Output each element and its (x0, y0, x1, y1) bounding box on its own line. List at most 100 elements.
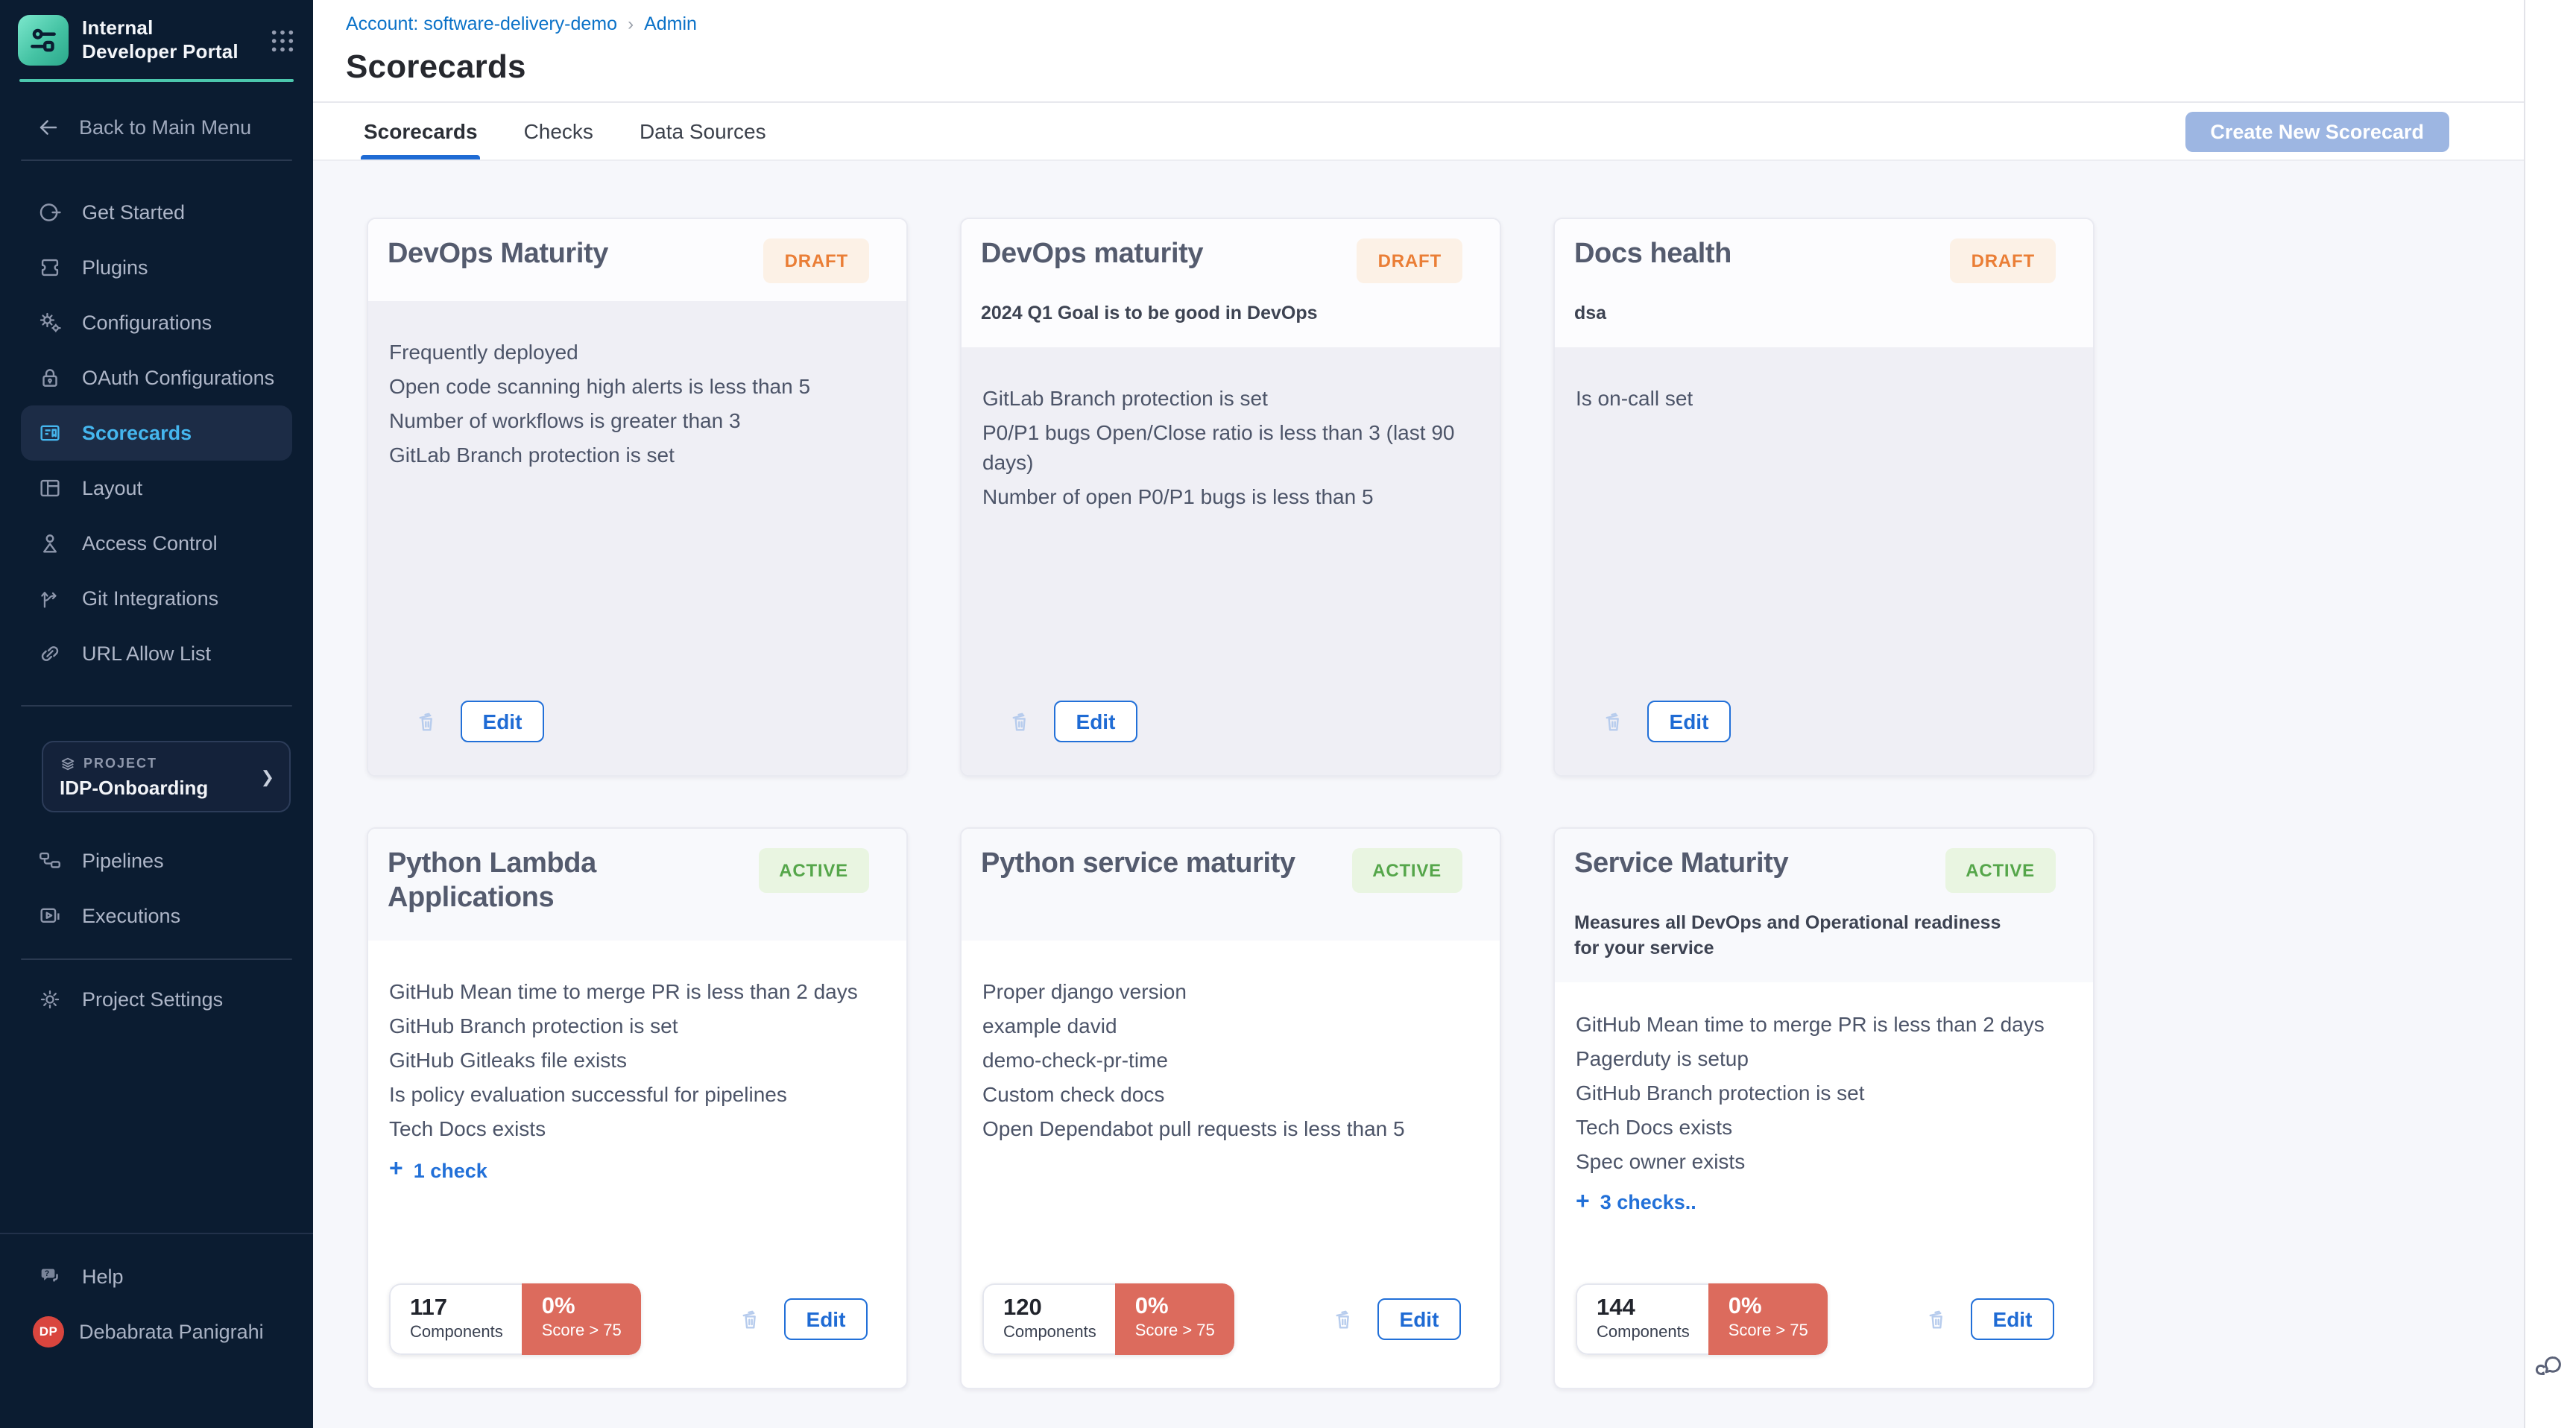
scorecard-card-devops-maturity: DevOps Maturity DRAFT Frequently deploye… (367, 218, 908, 777)
delete-scorecard-button[interactable] (1925, 1306, 1950, 1333)
sidebar-item-label: OAuth Configurations (82, 367, 274, 389)
chevron-right-icon: ❯ (261, 767, 274, 786)
scorecard-card-docs-health: Docs health DRAFT dsa Is on-call set Edi… (1553, 218, 2094, 777)
plugin-icon (36, 255, 63, 280)
breadcrumb-account-link[interactable]: Account: software-delivery-demo (346, 13, 617, 34)
sidebar-divider (21, 958, 292, 960)
support-chat-icon[interactable] (2534, 1352, 2566, 1382)
edit-scorecard-button[interactable]: Edit (784, 1298, 868, 1340)
breadcrumb: Account: software-delivery-demo › Admin (346, 13, 2576, 34)
accent-divider (19, 79, 294, 82)
card-title: Python service maturity (981, 848, 1295, 882)
sidebar-item-git-integrations[interactable]: Git Integrations (0, 571, 292, 626)
tab-checks[interactable]: Checks (521, 103, 596, 159)
sidebar-item-get-started[interactable]: Get Started (0, 185, 292, 240)
tab-data-sources[interactable]: Data Sources (637, 103, 769, 159)
trash-icon (414, 708, 440, 735)
arrow-left-icon (36, 114, 61, 139)
tab-scorecards[interactable]: Scorecards (361, 103, 481, 159)
gears-icon (36, 310, 63, 335)
sidebar-item-label: Get Started (82, 201, 185, 224)
edit-scorecard-button[interactable]: Edit (1971, 1298, 2054, 1340)
executions-icon (36, 903, 63, 929)
chevron-right-icon: › (628, 13, 634, 34)
trash-icon (1331, 1306, 1357, 1333)
sidebar-item-label: Plugins (82, 256, 148, 279)
create-new-scorecard-button[interactable]: Create New Scorecard (2185, 111, 2449, 151)
help-label: Help (82, 1265, 124, 1287)
check-item: GitLab Branch protection is set (389, 440, 874, 470)
sidebar-item-layout[interactable]: Layout (0, 461, 292, 516)
delete-scorecard-button[interactable] (1331, 1306, 1357, 1333)
delete-scorecard-button[interactable] (414, 708, 440, 735)
sidebar-item-label: Pipelines (82, 850, 164, 872)
trash-icon (1925, 1306, 1950, 1333)
score-badge: 0% Score > 75 (1709, 1283, 1828, 1355)
status-badge: DRAFT (1357, 238, 1462, 283)
scorecard-card-service-maturity: Service Maturity ACTIVE Measures all Dev… (1553, 827, 2094, 1389)
edit-scorecard-button[interactable]: Edit (1647, 701, 1731, 742)
sidebar-item-scorecards[interactable]: Scorecards (21, 405, 292, 461)
edit-scorecard-button[interactable]: Edit (461, 701, 544, 742)
sidebar-item-configurations[interactable]: Configurations (0, 295, 292, 350)
help-button[interactable]: ? Help (0, 1252, 292, 1300)
delete-scorecard-button[interactable] (1601, 708, 1626, 735)
page-header: Account: software-delivery-demo › Admin … (313, 0, 2576, 103)
card-title: DevOps maturity (981, 238, 1203, 273)
project-selector[interactable]: PROJECT IDP-Onboarding ❯ (42, 741, 291, 812)
sidebar-item-label: Layout (82, 477, 142, 499)
components-count: 117 (410, 1294, 503, 1322)
app-root: Internal Developer Portal Back to Main M… (0, 0, 2576, 1428)
trash-icon (738, 1306, 763, 1333)
check-item: example david (982, 1011, 1467, 1040)
score-badge: 0% Score > 75 (523, 1283, 641, 1355)
check-item: Open Dependabot pull requests is less th… (982, 1113, 1467, 1143)
sidebar-item-url-allow-list[interactable]: URL Allow List (0, 626, 292, 681)
sidebar-item-label: Access Control (82, 532, 218, 555)
sidebar-item-oauth-configurations[interactable]: OAuth Configurations (0, 350, 292, 405)
sidebar-item-project-settings[interactable]: Project Settings (0, 972, 292, 1027)
settings-nav-group: Project Settings (0, 972, 313, 1027)
right-gutter (2524, 0, 2576, 1428)
check-item: Is policy evaluation successful for pipe… (389, 1079, 874, 1109)
scorecard-card-python-lambda-applications: Python Lambda Applications ACTIVE GitHub… (367, 827, 908, 1389)
more-checks-link[interactable]: + 1 check (389, 1158, 874, 1182)
sidebar-item-access-control[interactable]: Access Control (0, 516, 292, 571)
check-item: Open code scanning high alerts is less t… (389, 371, 874, 401)
card-description: 2024 Q1 Goal is to be good in DevOps (981, 301, 1428, 326)
score-value: 0% (1135, 1292, 1215, 1321)
card-title: DevOps Maturity (388, 238, 608, 273)
sidebar-item-label: Configurations (82, 312, 212, 334)
app-switcher-grid-icon[interactable] (270, 28, 295, 53)
components-label: Components (1597, 1322, 1690, 1343)
idp-logo-icon (18, 15, 69, 66)
delete-scorecard-button[interactable] (1008, 708, 1033, 735)
edit-scorecard-button[interactable]: Edit (1377, 1298, 1461, 1340)
lock-icon (36, 365, 63, 391)
sidebar-item-plugins[interactable]: Plugins (0, 240, 292, 295)
user-menu[interactable]: DP Debabrata Panigrahi (0, 1306, 313, 1356)
page-title: Scorecards (346, 48, 2576, 86)
edit-scorecard-button[interactable]: Edit (1054, 701, 1137, 742)
back-label: Back to Main Menu (79, 116, 251, 138)
sidebar-item-label: Project Settings (82, 988, 223, 1011)
get-started-icon (36, 200, 63, 225)
breadcrumb-admin-link[interactable]: Admin (644, 13, 697, 34)
sidebar-item-label: Scorecards (82, 422, 192, 444)
sidebar-item-pipelines[interactable]: Pipelines (0, 833, 292, 888)
sidebar-item-executions[interactable]: Executions (0, 888, 292, 944)
delete-scorecard-button[interactable] (738, 1306, 763, 1333)
components-score-pill: 117 Components 0% Score > 75 (389, 1283, 641, 1355)
check-item: GitHub Gitleaks file exists (389, 1045, 874, 1075)
admin-nav-group: Get Started Plugins Configurations (0, 185, 313, 681)
more-checks-link[interactable]: + 3 checks.. (1576, 1191, 2060, 1215)
pipelines-icon (36, 848, 63, 873)
tab-bar: Scorecards Checks Data Sources Create Ne… (313, 103, 2576, 161)
score-value: 0% (1729, 1292, 1808, 1321)
components-score-pill: 144 Components 0% Score > 75 (1576, 1283, 1828, 1355)
score-label: Score > 75 (542, 1321, 622, 1342)
back-to-main-menu[interactable]: Back to Main Menu (0, 106, 313, 148)
check-item: demo-check-pr-time (982, 1045, 1467, 1075)
plus-icon: + (389, 1158, 403, 1182)
status-badge: ACTIVE (758, 848, 869, 893)
